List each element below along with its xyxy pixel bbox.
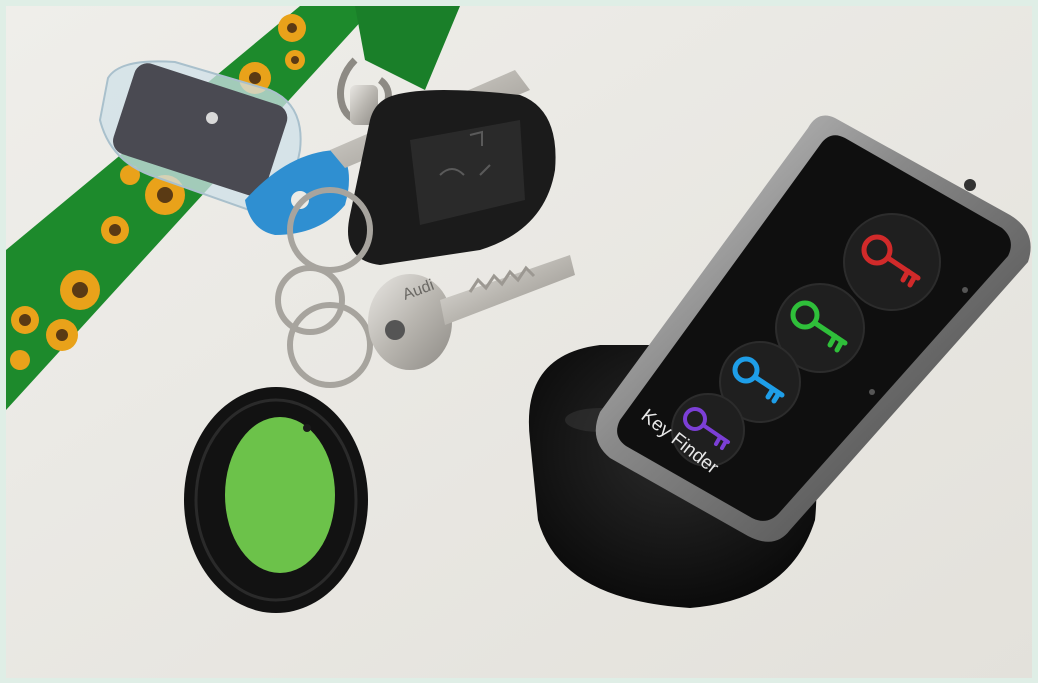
photo-frame: Audi Key Finder: [0, 0, 1038, 683]
red-key-button[interactable]: [843, 213, 941, 311]
green-tracker-tag: [184, 387, 368, 613]
key-finder-photo: Audi Key Finder: [6, 6, 1032, 678]
